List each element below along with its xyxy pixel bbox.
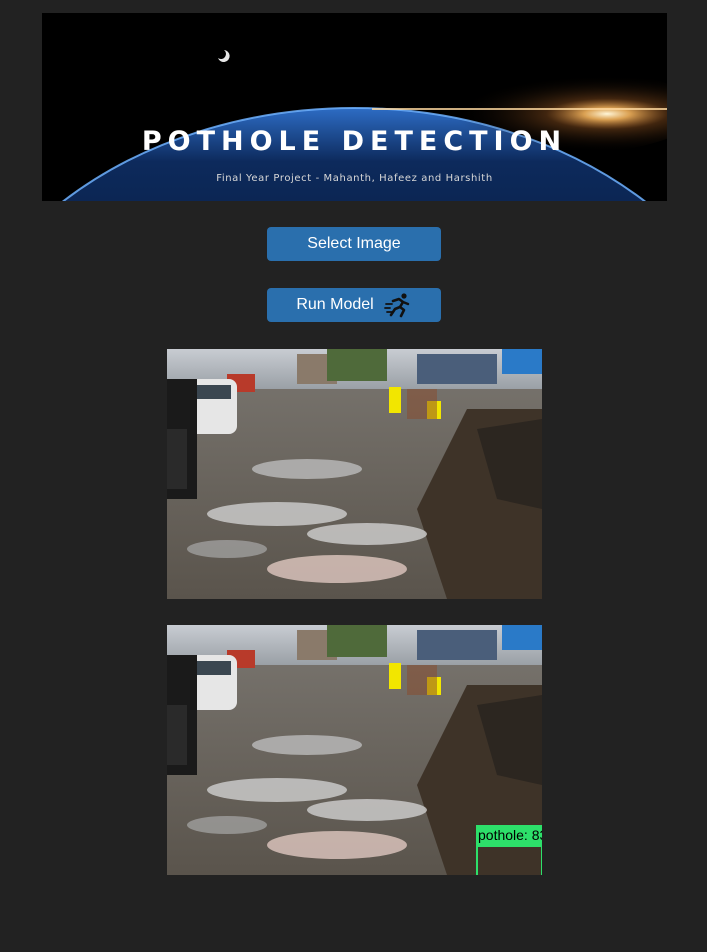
banner-subtitle: Final Year Project - Mahanth, Hafeez and… bbox=[216, 173, 493, 184]
app-page: POTHOLE DETECTION Final Year Project - M… bbox=[0, 0, 707, 952]
run-model-button[interactable]: Run Model bbox=[267, 288, 441, 322]
detection-label: pothole: 83 bbox=[476, 825, 542, 845]
header-banner: POTHOLE DETECTION Final Year Project - M… bbox=[42, 13, 667, 201]
running-figure-icon bbox=[383, 293, 409, 318]
select-image-label: Select Image bbox=[307, 235, 401, 252]
road-photo bbox=[167, 349, 542, 599]
output-image: pothole: 83 bbox=[167, 625, 542, 875]
select-image-button[interactable]: Select Image bbox=[267, 227, 441, 261]
detection-bounding-box bbox=[476, 845, 542, 875]
run-model-label: Run Model bbox=[296, 296, 374, 313]
banner-title: POTHOLE DETECTION bbox=[141, 126, 568, 157]
input-image bbox=[167, 349, 542, 599]
